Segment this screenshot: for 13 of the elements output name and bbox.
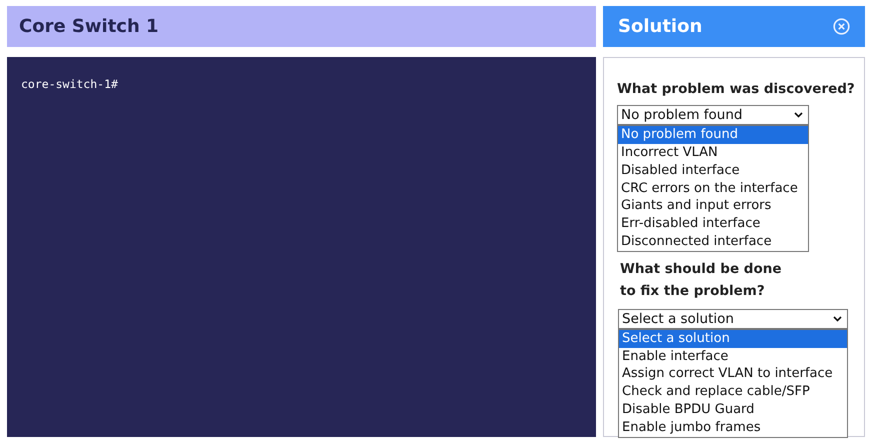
dropdown-option[interactable]: Select a solution xyxy=(619,330,847,348)
panel-title: Core Switch 1 xyxy=(19,15,159,39)
question-label: to fix the problem? xyxy=(620,282,766,301)
solution-title: Solution xyxy=(618,15,702,39)
close-icon[interactable] xyxy=(833,18,850,35)
terminal-prompt: core-switch-1# xyxy=(21,77,118,91)
dropdown-select[interactable]: Select a solution xyxy=(618,308,848,329)
dropdown-option[interactable]: No problem found xyxy=(618,126,808,144)
question-label: What should be done xyxy=(620,260,783,279)
dropdown-select[interactable]: No problem found xyxy=(617,105,809,126)
question-label: What problem was discovered? xyxy=(617,80,856,99)
chevron-down-icon xyxy=(833,316,842,322)
chevron-down-icon xyxy=(794,112,803,118)
